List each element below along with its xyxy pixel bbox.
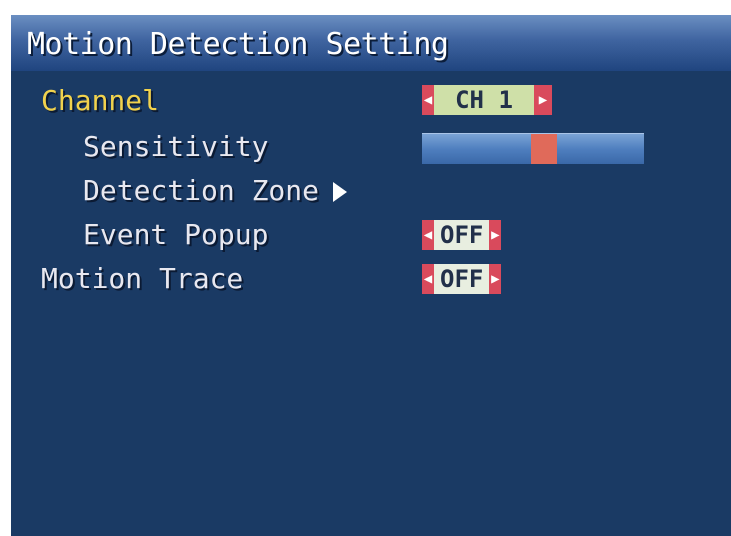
chevron-left-icon[interactable]: ◀ xyxy=(422,85,434,115)
channel-selector[interactable]: ◀ CH 1 ▶ xyxy=(422,85,552,115)
osd-screen: Motion Detection Setting Channel ◀ CH 1 … xyxy=(11,15,731,536)
motion-trace-value: OFF xyxy=(434,264,490,294)
menu-item-event-popup-label: Event Popup xyxy=(83,218,269,251)
chevron-left-icon[interactable]: ◀ xyxy=(422,220,434,250)
menu-item-motion-trace-label: Motion Trace xyxy=(41,262,244,295)
event-popup-selector[interactable]: ◀ OFF ▶ xyxy=(422,220,502,250)
menu-item-sensitivity[interactable]: Sensitivity xyxy=(83,129,268,165)
sensitivity-slider[interactable] xyxy=(422,133,644,164)
motion-trace-selector[interactable]: ◀ OFF ▶ xyxy=(422,264,502,294)
menu-item-detection-zone-label: Detection Zone xyxy=(83,174,320,207)
page-title: Motion Detection Setting xyxy=(27,27,449,62)
menu-item-sensitivity-label: Sensitivity xyxy=(83,130,269,163)
chevron-left-icon[interactable]: ◀ xyxy=(422,264,434,294)
title-bar: Motion Detection Setting xyxy=(11,15,731,71)
submenu-arrow-icon xyxy=(333,182,348,202)
chevron-right-icon[interactable]: ▶ xyxy=(489,220,502,250)
event-popup-value: OFF xyxy=(434,220,490,250)
chevron-right-icon[interactable]: ▶ xyxy=(534,85,552,115)
chevron-right-icon[interactable]: ▶ xyxy=(489,264,502,294)
menu-item-detection-zone[interactable]: Detection Zone xyxy=(83,173,348,209)
menu-item-channel[interactable]: Channel xyxy=(41,83,159,119)
menu-item-channel-label: Channel xyxy=(41,84,160,117)
menu-item-motion-trace[interactable]: Motion Trace xyxy=(41,261,243,297)
menu-item-event-popup[interactable]: Event Popup xyxy=(83,217,268,253)
channel-value: CH 1 xyxy=(434,85,534,115)
sensitivity-slider-thumb[interactable] xyxy=(531,134,558,164)
